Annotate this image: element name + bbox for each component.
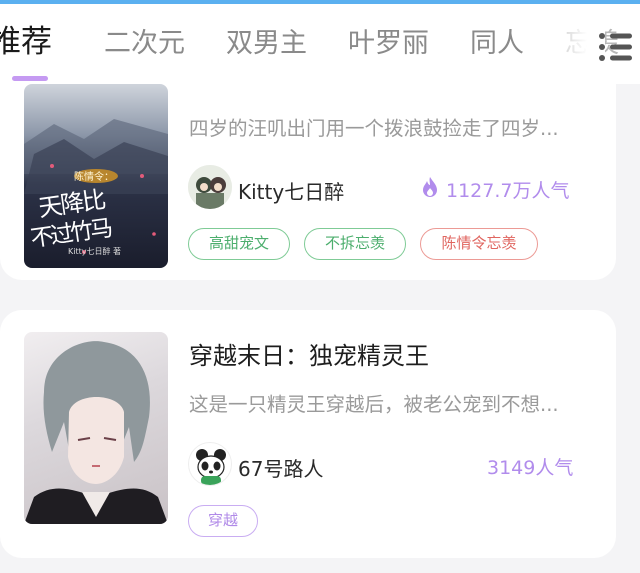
book-description: 这是一只精灵王穿越后，被老公宠到不想... <box>189 393 559 416</box>
tab-yeluoli[interactable]: 叶罗丽 <box>348 26 429 62</box>
author-avatar[interactable] <box>188 442 232 486</box>
author-name[interactable]: 67号路人 <box>238 453 323 482</box>
book-card[interactable]: 陈情令： 天降比 不过竹马 Kitty七日醉 著 四岁的汪叽出门用一个拨浪鼓捡走… <box>0 62 616 280</box>
tag-chip[interactable]: 不拆忘羡 <box>304 228 406 260</box>
active-tab-indicator <box>12 76 48 81</box>
author-avatar[interactable] <box>188 165 232 209</box>
book-description: 四岁的汪叽出门用一个拨浪鼓捡走了四岁... <box>189 117 559 140</box>
book-cover[interactable] <box>24 332 168 524</box>
menu-icon[interactable] <box>596 30 636 64</box>
avatar-illustration <box>188 165 232 209</box>
flame-icon <box>423 177 437 197</box>
category-tab-bar: 推荐 二次元 双男主 叶罗丽 同人 忘羡 <box>0 4 640 84</box>
tab-anime[interactable]: 二次元 <box>104 26 185 62</box>
tab-fanfic[interactable]: 同人 <box>470 26 524 62</box>
author-name[interactable]: Kitty七日醉 <box>238 176 344 205</box>
cover-byline: Kitty七日醉 著 <box>68 247 122 256</box>
book-cover[interactable]: 陈情令： 天降比 不过竹马 Kitty七日醉 著 <box>24 84 168 268</box>
book-card[interactable]: 穿越末日：独宠精灵王 这是一只精灵王穿越后，被老公宠到不想... 67号路人 3… <box>0 310 616 558</box>
tab-bl[interactable]: 双男主 <box>226 26 307 62</box>
popularity-count: 3149人气 <box>487 457 574 479</box>
tab-recommend[interactable]: 推荐 <box>0 24 52 60</box>
tag-chip[interactable]: 穿越 <box>188 505 258 537</box>
book-title[interactable]: 穿越末日：独宠精灵王 <box>189 336 429 371</box>
tag-chip[interactable]: 高甜宠文 <box>188 228 290 260</box>
tag-chip[interactable]: 陈情令忘羡 <box>420 228 538 260</box>
popularity-count: 1127.7万人气 <box>446 180 570 202</box>
cover-art <box>24 341 168 524</box>
panda-icon <box>196 449 226 485</box>
